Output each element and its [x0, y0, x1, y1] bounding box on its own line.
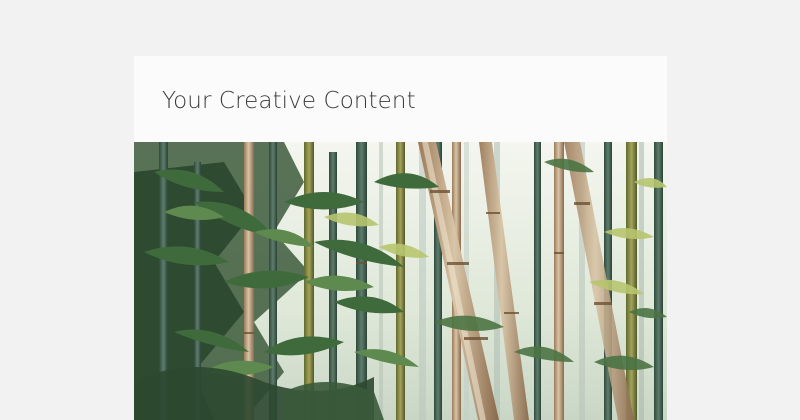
content-card: Your Creative Content — [134, 56, 667, 420]
bamboo-photo — [134, 142, 667, 420]
page: Your Creative Content — [0, 0, 800, 420]
card-header: Your Creative Content — [134, 56, 667, 142]
bamboo-photo-illustration — [134, 142, 667, 420]
card-title: Your Creative Content — [162, 88, 416, 114]
